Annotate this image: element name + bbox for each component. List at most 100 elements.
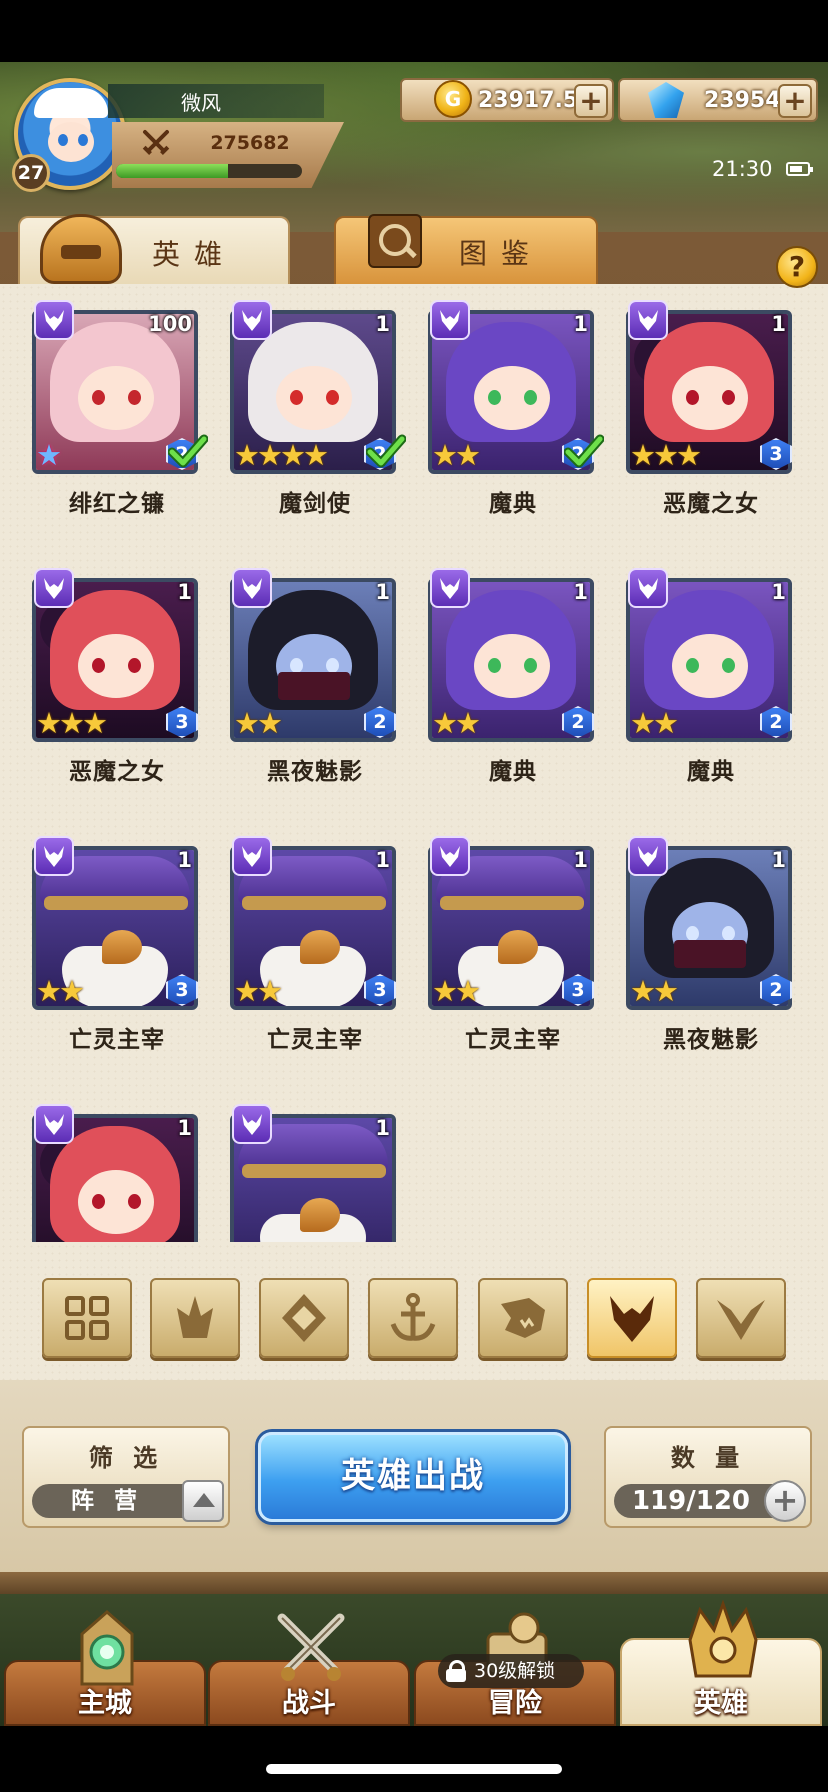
star-icon: ★ [59, 974, 85, 1008]
hero-name: 绯红之镰 [69, 491, 165, 517]
checkmark-icon [168, 434, 208, 468]
hero-level: 1 [177, 1116, 192, 1140]
hero-level: 1 [177, 580, 192, 604]
horned-demon-icon [232, 1104, 272, 1144]
hero-helmet-icon [688, 1600, 758, 1678]
hero-card[interactable]: 1 ★ ★ 2 魔典 [428, 568, 598, 818]
faction-filter-button[interactable] [150, 1278, 240, 1358]
faction-filter-button[interactable] [42, 1278, 132, 1358]
hero-name: 恶魔之女 [69, 759, 165, 785]
star-icon: ★ [455, 706, 481, 740]
hero-stars: ★ ★ [36, 974, 85, 1008]
battery-icon [786, 162, 813, 176]
horned-demon-icon [628, 568, 668, 608]
add-gold-button[interactable]: + [574, 84, 608, 118]
gem-counter: 23954 + [618, 78, 818, 122]
star-icon: ★ [653, 706, 679, 740]
hero-card[interactable]: 1 ★ ★ 3 亡灵主宰 [428, 836, 598, 1086]
help-button[interactable]: ? [776, 246, 818, 288]
bottom-nav: 主城 战斗 冒险 英雄 [0, 1594, 828, 1726]
hero-stars: ★ [36, 440, 62, 470]
hero-card[interactable]: 1 ★ ★ 2 黑夜魅影 [626, 836, 796, 1086]
hero-grid[interactable]: 100 ★ 2 绯红之镰 1 ★ ★ ★ ★ 2 魔剑使 1 ★ ★ 2 魔典 … [0, 290, 828, 1242]
hero-card[interactable]: 1 ★ ★ 2 黑夜魅影 [230, 568, 400, 818]
hero-level: 1 [573, 580, 588, 604]
diamond-emblem-icon [282, 1294, 326, 1342]
grid-icon [65, 1296, 109, 1340]
horned-demon-icon [34, 1104, 74, 1144]
star-icon: ★ [257, 974, 283, 1008]
horned-demon-icon [430, 300, 470, 340]
faction-filter-bar [0, 1278, 828, 1362]
lock-text: 30级解锁 [474, 1660, 556, 1682]
hero-card[interactable]: 1 [230, 1104, 400, 1242]
hero-stars: ★ ★ [630, 974, 679, 1008]
player-level-badge: 27 [12, 154, 50, 192]
player-name: 微风 [108, 84, 324, 118]
hero-level: 1 [177, 848, 192, 872]
horned-demon-icon [34, 836, 74, 876]
count-title: 数 量 [670, 1444, 746, 1472]
filter-value: 阵 营 [70, 1488, 143, 1514]
hero-card[interactable]: 1 ★ ★ ★ 3 恶魔之女 [32, 568, 202, 818]
hero-card[interactable]: 1 ★ ★ 2 魔典 [428, 300, 604, 550]
checkmark-icon [564, 434, 604, 468]
v-wing-icon [717, 1300, 765, 1340]
horned-demon-icon [628, 300, 668, 340]
lock-icon [446, 1660, 466, 1682]
tab-heroes-label: 英雄 [151, 238, 236, 271]
exp-progress-bar [116, 164, 302, 178]
hero-card[interactable]: 1 ★ ★ ★ 3 恶魔之女 [626, 300, 796, 550]
horned-demon-icon [628, 836, 668, 876]
nav-heroes[interactable]: 英雄 [620, 1600, 822, 1726]
faction-filter-button[interactable] [587, 1278, 677, 1358]
hero-level: 100 [148, 312, 192, 336]
faction-filter-button[interactable] [478, 1278, 568, 1358]
hero-card[interactable]: 1 [32, 1104, 202, 1242]
hero-stars: ★ ★ [234, 974, 283, 1008]
expand-capacity-button[interactable]: + [764, 1480, 806, 1522]
hero-card[interactable]: 1 ★ ★ 3 亡灵主宰 [230, 836, 400, 1086]
hero-card[interactable]: 1 ★ ★ 2 魔典 [626, 568, 796, 818]
hero-name: 亡灵主宰 [465, 1027, 561, 1053]
gem-value: 23954 [704, 88, 781, 113]
magnifier-icon [368, 214, 422, 268]
panel-bottom-edge [0, 1572, 828, 1594]
anchor-icon [390, 1293, 436, 1341]
filter-select[interactable]: 阵 营 [32, 1480, 224, 1522]
count-value: 119/120 [631, 1486, 751, 1516]
hero-stars: ★ ★ [432, 706, 481, 740]
hero-name: 魔典 [687, 759, 735, 785]
star-icon: ★ [82, 706, 108, 740]
checkmark-icon [366, 434, 406, 468]
hero-stars: ★ ★ ★ ★ [234, 440, 329, 470]
hero-name: 魔剑使 [279, 491, 351, 517]
nav-city-label: 主城 [78, 1688, 132, 1719]
hero-card[interactable]: 100 ★ 2 绯红之镰 [32, 300, 208, 550]
faction-filter-button[interactable] [259, 1278, 349, 1358]
add-gems-button[interactable]: + [778, 84, 812, 118]
hero-card[interactable]: 1 ★ ★ 3 亡灵主宰 [32, 836, 202, 1086]
home-bar-area [0, 1726, 828, 1792]
hero-name: 亡灵主宰 [69, 1027, 165, 1053]
nav-city[interactable]: 主城 [4, 1610, 206, 1726]
flame-icon [177, 1296, 213, 1338]
nav-heroes-label: 英雄 [694, 1688, 748, 1719]
tab-compendium-label: 图鉴 [458, 237, 543, 270]
clock-time: 21:30 [712, 157, 773, 181]
deploy-heroes-button[interactable]: 英雄出战 [258, 1432, 568, 1522]
count-box: 数 量 119/120 + [604, 1426, 812, 1528]
hero-card[interactable]: 1 ★ ★ ★ ★ 2 魔剑使 [230, 300, 406, 550]
hero-level: 1 [771, 312, 786, 336]
nav-battle[interactable]: 战斗 [208, 1613, 410, 1726]
faction-filter-button[interactable] [696, 1278, 786, 1358]
power-value: 275682 [210, 132, 290, 154]
hero-level: 1 [771, 848, 786, 872]
star-icon: ★ [653, 974, 679, 1008]
hero-name: 亡灵主宰 [267, 1027, 363, 1053]
home-indicator[interactable] [266, 1764, 562, 1774]
hero-stars: ★ ★ ★ [630, 440, 702, 470]
horned-demon-icon [232, 300, 272, 340]
chevron-up-icon[interactable] [182, 1480, 224, 1522]
faction-filter-button[interactable] [368, 1278, 458, 1358]
